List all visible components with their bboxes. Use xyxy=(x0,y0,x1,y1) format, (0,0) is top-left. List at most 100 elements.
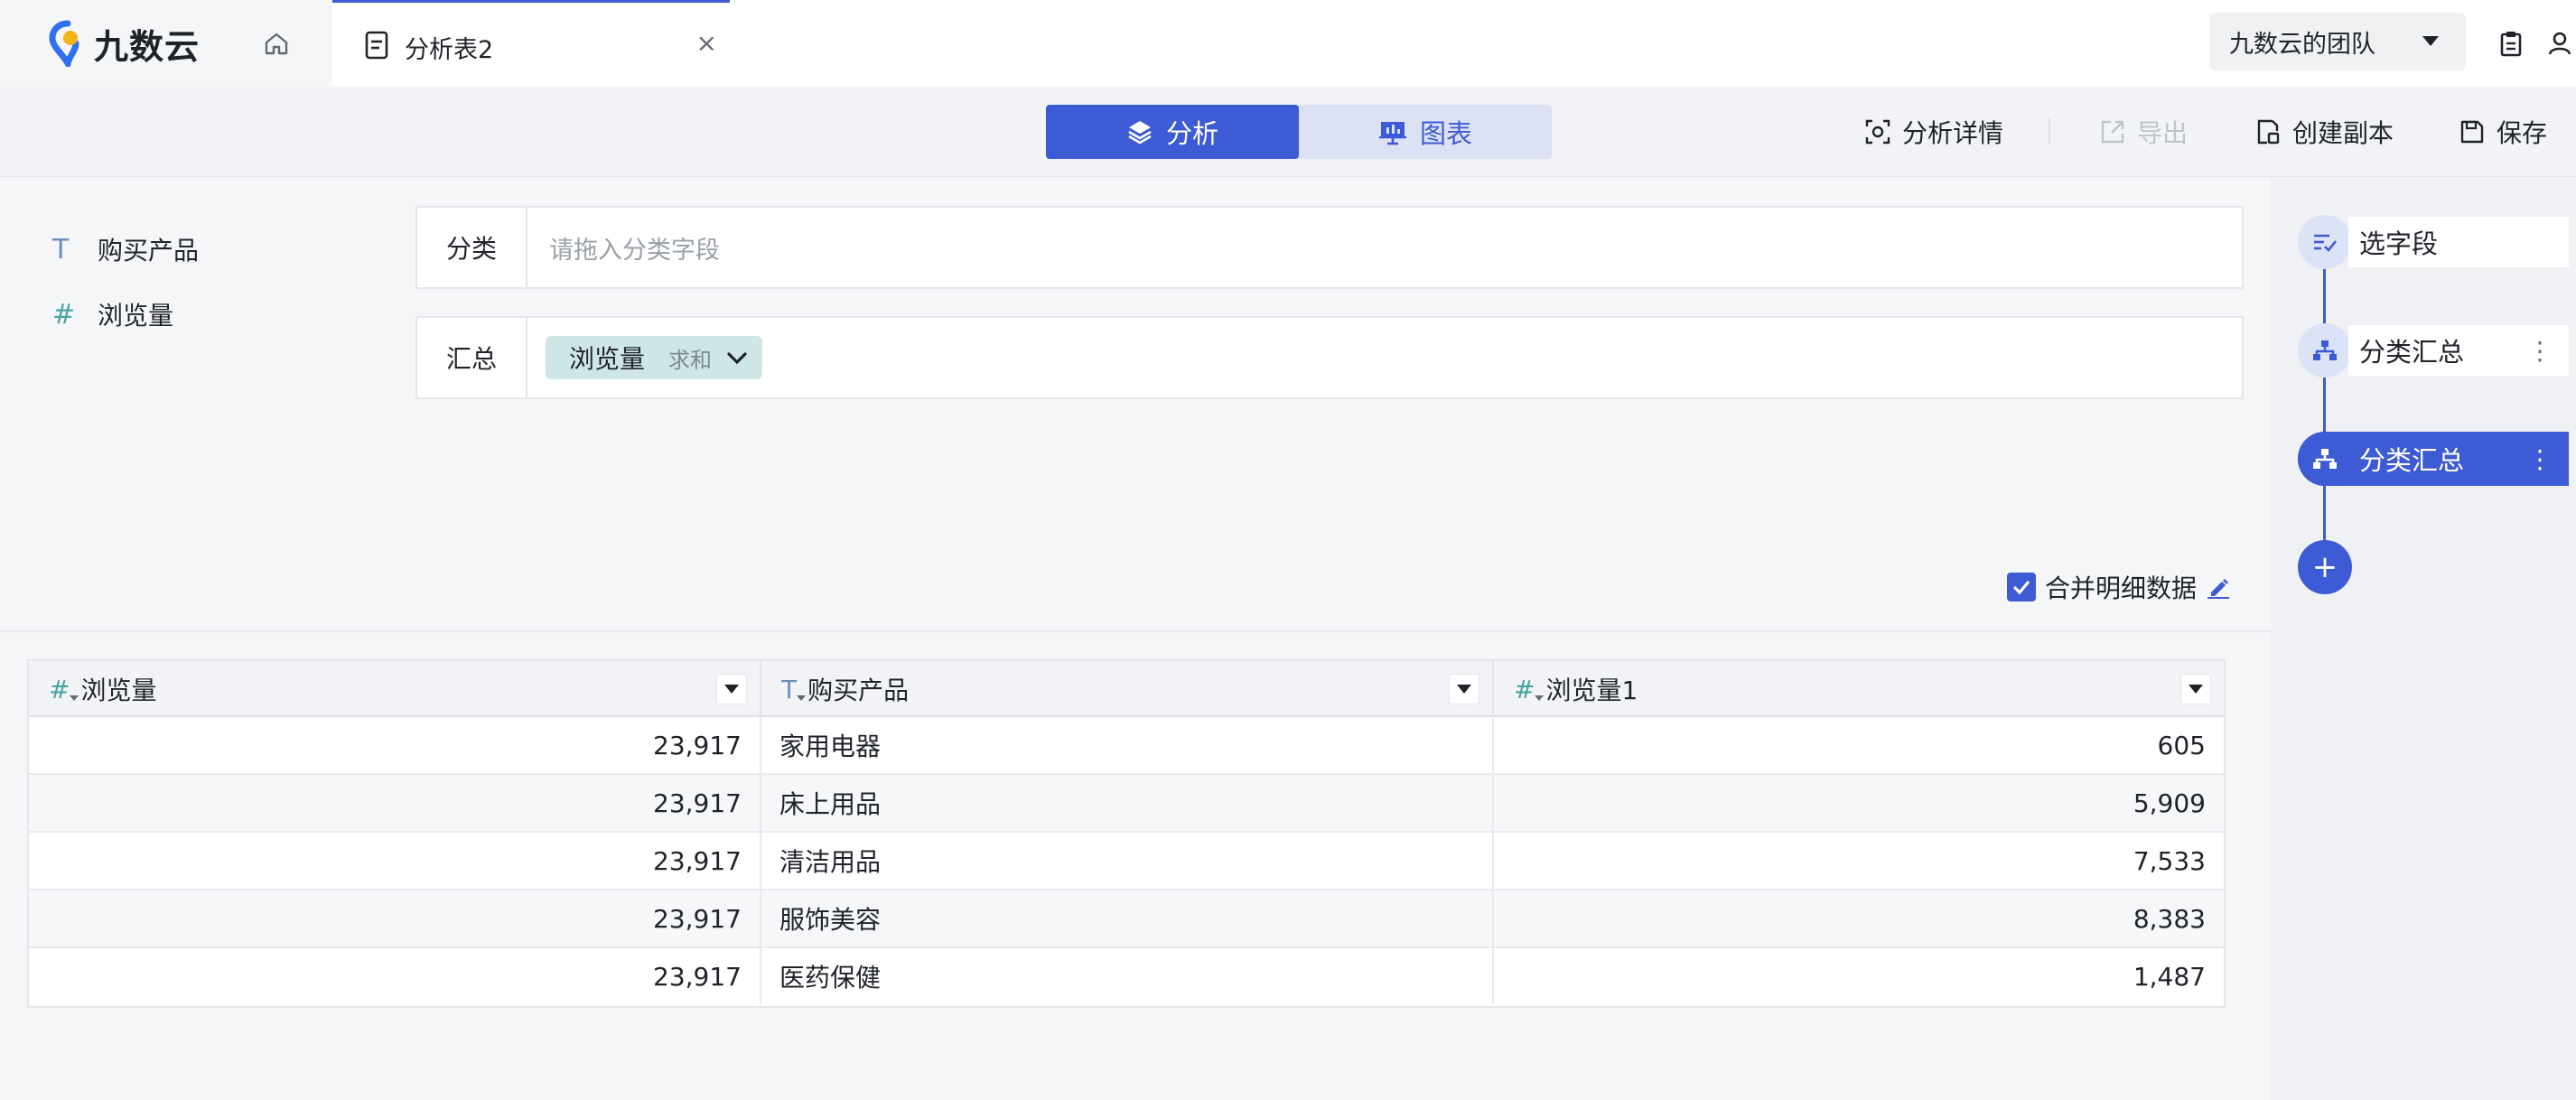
select-field-icon xyxy=(2298,215,2352,269)
user-button[interactable] xyxy=(2543,25,2576,61)
save-icon xyxy=(2460,120,2484,144)
table-cell[interactable]: 7,533 xyxy=(1494,833,2224,889)
caret-down-icon xyxy=(1457,685,1471,694)
chevron-down-icon xyxy=(2422,36,2439,46)
export-button[interactable]: 导出 xyxy=(2099,114,2188,150)
text-type-icon: T xyxy=(52,233,70,266)
step-label: 分类汇总 ⋮ xyxy=(2348,433,2569,484)
column-menu-button[interactable] xyxy=(1449,674,1479,704)
number-type-icon: # xyxy=(52,298,76,331)
save-button[interactable]: 保存 xyxy=(2459,114,2547,150)
text-type-icon[interactable]: T xyxy=(781,675,807,704)
step-group-summary-1[interactable]: 分类汇总 ⋮ xyxy=(2298,323,2569,378)
logo-mark-icon xyxy=(49,20,79,67)
layers-icon xyxy=(1128,121,1152,144)
merge-detail-toggle[interactable]: 合并明细数据 xyxy=(2007,569,2231,605)
analysis-detail-label: 分析详情 xyxy=(1902,118,2004,148)
pill-field-name: 浏览量 xyxy=(569,344,646,374)
chevron-down-icon xyxy=(727,352,747,365)
clipboard-icon xyxy=(2500,32,2522,57)
column-label: 浏览量1 xyxy=(1545,676,1638,705)
view-switcher: 分析 图表 xyxy=(1046,105,1552,159)
column-label: 购买产品 xyxy=(807,676,910,705)
analysis-detail-button[interactable]: 分析详情 xyxy=(1864,114,2003,150)
step-connector xyxy=(2323,244,2326,551)
add-step-button[interactable]: + xyxy=(2298,540,2352,594)
tab-analysis[interactable]: 分析 xyxy=(1046,105,1299,159)
table-cell[interactable]: 605 xyxy=(1494,717,2224,773)
tab-title: 分析表2 xyxy=(405,36,494,64)
edit-pen-icon[interactable] xyxy=(2206,574,2231,600)
table-cell[interactable]: 23,917 xyxy=(29,890,761,946)
copy-file-icon xyxy=(2257,119,2280,144)
field-list: T 购买产品 # 浏览量 xyxy=(52,217,199,347)
field-item-views[interactable]: # 浏览量 xyxy=(52,282,199,347)
table-cell[interactable]: 5,909 xyxy=(1494,775,2224,831)
home-button[interactable] xyxy=(258,25,294,61)
table-cell[interactable]: 清洁用品 xyxy=(761,833,1494,889)
hierarchy-icon xyxy=(2298,323,2352,378)
table-row: 23,917 家用电器 605 xyxy=(29,717,2224,775)
brand-name: 九数云 xyxy=(94,26,201,67)
table-row: 23,917 床上用品 5,909 xyxy=(29,775,2224,833)
team-selector[interactable]: 九数云的团队 xyxy=(2209,13,2466,70)
more-vertical-icon[interactable]: ⋮ xyxy=(2527,336,2553,366)
close-tab-button[interactable]: × xyxy=(696,28,717,58)
table-cell[interactable]: 家用电器 xyxy=(761,717,1494,773)
table-row: 23,917 服饰美容 8,383 xyxy=(29,890,2224,948)
category-dropzone[interactable]: 分类 请拖入分类字段 xyxy=(415,206,2244,289)
merge-detail-checkbox[interactable] xyxy=(2007,573,2036,601)
merge-detail-label: 合并明细数据 xyxy=(2045,573,2198,603)
summary-dropzone[interactable]: 汇总 浏览量 求和 xyxy=(415,316,2244,399)
pill-aggregation: 求和 xyxy=(668,347,713,373)
step-label: 选字段 xyxy=(2348,217,2569,267)
table-body: 23,917 家用电器 605 23,917 床上用品 5,909 23,917… xyxy=(29,717,2224,1006)
create-copy-button[interactable]: 创建副本 xyxy=(2254,114,2394,150)
brand-logo[interactable]: 九数云 xyxy=(49,18,200,69)
more-vertical-icon[interactable]: ⋮ xyxy=(2527,444,2553,474)
table-cell[interactable]: 床上用品 xyxy=(761,775,1494,831)
table-row: 23,917 医药保健 1,487 xyxy=(29,948,2224,1006)
step-group-summary-2[interactable]: 分类汇总 ⋮ xyxy=(2298,432,2569,486)
create-copy-label: 创建副本 xyxy=(2292,118,2394,148)
column-menu-button[interactable] xyxy=(2180,674,2211,704)
table-cell[interactable]: 医药保健 xyxy=(761,948,1494,1004)
number-type-icon[interactable]: # xyxy=(1514,675,1545,704)
check-icon xyxy=(2012,580,2030,595)
home-icon xyxy=(265,33,288,55)
result-table: # 浏览量 T 购买产品 # 浏览量1 23,917 家用电器 605 23,9… xyxy=(27,659,2226,1008)
column-header-views1[interactable]: # 浏览量1 xyxy=(1494,661,2224,717)
table-cell[interactable]: 1,487 xyxy=(1494,948,2224,1004)
save-label: 保存 xyxy=(2497,118,2548,148)
table-cell[interactable]: 23,917 xyxy=(29,833,761,889)
user-icon xyxy=(2548,32,2571,55)
number-type-icon[interactable]: # xyxy=(49,675,79,704)
field-label: 购买产品 xyxy=(98,236,200,266)
summary-label: 汇总 xyxy=(417,318,527,397)
summary-field-pill[interactable]: 浏览量 求和 xyxy=(546,336,763,379)
table-cell[interactable]: 8,383 xyxy=(1494,890,2224,946)
document-icon xyxy=(365,31,388,60)
table-cell[interactable]: 23,917 xyxy=(29,717,761,773)
toolbar-divider xyxy=(2049,117,2050,144)
tab-analysis-label: 分析 xyxy=(1165,118,1218,149)
field-item-product[interactable]: T 购买产品 xyxy=(52,217,199,282)
pill-dropdown-button[interactable] xyxy=(712,336,762,379)
column-header-views[interactable]: # 浏览量 xyxy=(29,661,761,717)
table-cell[interactable]: 23,917 xyxy=(29,948,761,1004)
tab-chart-label: 图表 xyxy=(1419,118,1472,149)
tab-chart[interactable]: 图表 xyxy=(1299,105,1552,159)
clipboard-button[interactable] xyxy=(2493,25,2529,61)
tab-analysis-table[interactable]: 分析表2 × xyxy=(332,0,730,87)
hierarchy-icon xyxy=(2298,432,2352,486)
step-select-fields[interactable]: 选字段 xyxy=(2298,215,2569,269)
scan-detail-icon xyxy=(1865,119,1890,144)
table-cell[interactable]: 服饰美容 xyxy=(761,890,1494,946)
table-cell[interactable]: 23,917 xyxy=(29,775,761,831)
analysis-toolbar: 分析 图表 分析详情 导出 创建副本 保存 xyxy=(0,87,2576,177)
step-panel xyxy=(2271,177,2576,1100)
column-header-product[interactable]: T 购买产品 xyxy=(761,661,1494,717)
caret-down-icon xyxy=(2189,685,2203,694)
column-menu-button[interactable] xyxy=(716,674,747,704)
category-placeholder: 请拖入分类字段 xyxy=(549,236,720,265)
